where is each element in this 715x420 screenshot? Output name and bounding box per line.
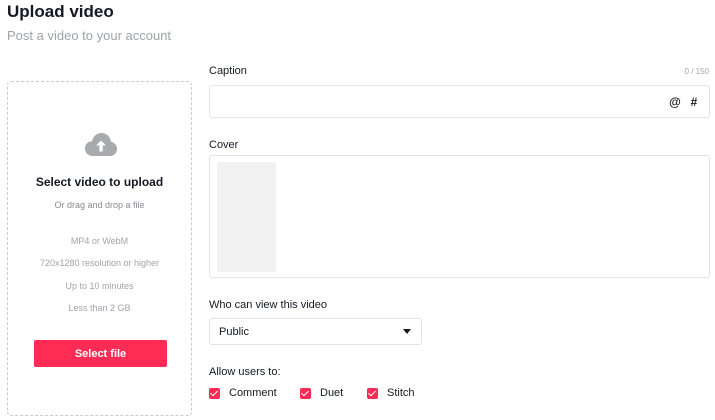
requirement-format: MP4 or WebM xyxy=(70,236,129,246)
stitch-checkbox[interactable] xyxy=(367,387,378,399)
page-title: Upload video xyxy=(7,2,114,21)
requirement-duration: Up to 10 minutes xyxy=(65,281,134,291)
mention-icon[interactable]: @ xyxy=(668,94,682,110)
duet-checkbox[interactable] xyxy=(300,387,311,399)
requirement-resolution: 720x1280 resolution or higher xyxy=(39,258,160,268)
privacy-label: Who can view this video xyxy=(209,299,327,311)
duet-label: Duet xyxy=(320,387,344,399)
page-subtitle: Post a video to your account xyxy=(7,28,172,43)
privacy-dropdown[interactable]: Public xyxy=(209,318,422,345)
select-file-button[interactable]: Select file xyxy=(34,340,167,367)
requirement-size: Less than 2 GB xyxy=(68,303,131,313)
permission-duet[interactable]: Duet xyxy=(300,387,343,399)
permissions-label: Allow users to: xyxy=(209,366,281,378)
cover-thumbnail-placeholder[interactable] xyxy=(217,162,276,272)
comment-label: Comment xyxy=(229,387,277,399)
privacy-selected-value: Public xyxy=(219,325,249,338)
hashtag-icon[interactable]: # xyxy=(687,94,701,110)
caption-label: Caption xyxy=(209,65,247,77)
permission-comment[interactable]: Comment xyxy=(209,387,277,399)
upload-dropzone[interactable]: Select video to upload Or drag and drop … xyxy=(7,81,192,416)
upload-title: Select video to upload xyxy=(35,175,164,189)
caption-input[interactable] xyxy=(218,92,658,112)
caption-field[interactable]: @ # xyxy=(209,85,710,118)
permission-stitch[interactable]: Stitch xyxy=(367,387,415,399)
cloud-upload-icon xyxy=(85,133,117,156)
cover-selector[interactable] xyxy=(209,155,710,278)
comment-checkbox[interactable] xyxy=(209,387,220,399)
stitch-label: Stitch xyxy=(387,387,415,399)
caption-char-counter: 0 / 150 xyxy=(684,67,709,76)
cover-label: Cover xyxy=(209,139,239,151)
caret-down-icon xyxy=(403,329,411,334)
drag-drop-hint: Or drag and drop a file xyxy=(54,200,145,210)
